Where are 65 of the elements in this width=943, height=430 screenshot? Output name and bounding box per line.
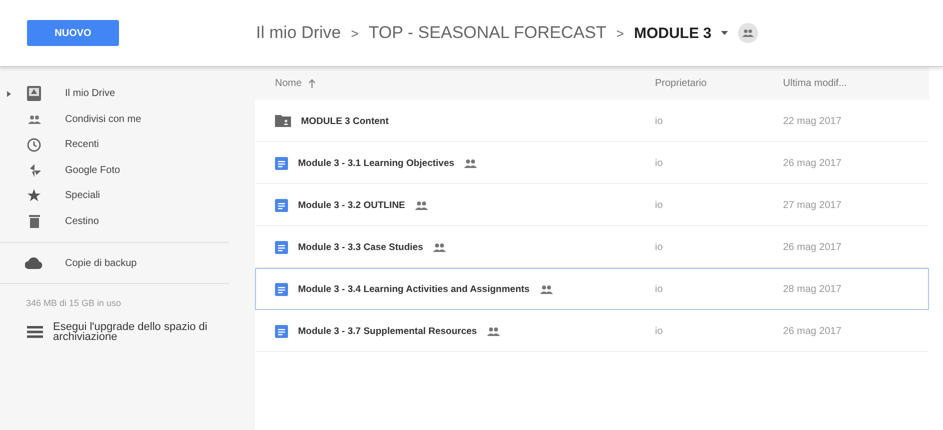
file-name: Module 3 - 3.2 OUTLINE [298,200,406,210]
file-row[interactable]: Module 3 - 3.3 Case Studies io 26 mag 2017 [255,226,929,268]
sidebar-item[interactable]: Copie di backup [0,243,229,284]
sidebar-item[interactable]: Il mio Drive [0,81,229,106]
drive-icon [27,86,41,102]
modified-date: 26 mag 2017 [783,326,842,336]
trash-icon [28,214,40,228]
file-row[interactable]: Module 3 - 3.2 OUTLINE io 27 mag 2017 [255,184,929,226]
owner-cell-text: io [655,200,664,210]
document-icon [275,282,288,296]
modified-date: 27 mag 2017 [783,200,842,210]
dropdown-caret-icon[interactable] [721,31,728,35]
owner-cell-text: io [655,284,664,294]
people-icon [28,114,40,124]
file-name: Module 3 - 3.1 Learning Objectives [298,158,454,168]
file-name: MODULE 3 Content [301,116,389,126]
shared-icon [486,326,500,336]
cloud-icon [25,257,43,269]
document-icon [275,240,288,254]
file-row[interactable]: Module 3 - 3.4 Learning Activities and Assignments io 28 mag 2017 [255,268,929,310]
document-icon [275,198,288,212]
file-row[interactable]: Module 3 - 3.7 Supplemental Resources io 26 mag 2017 [255,310,929,352]
modified-date: 26 mag 2017 [783,158,842,168]
shared-icon [415,200,428,210]
breadcrumb-item[interactable]: Il mio Drive [256,23,342,43]
owner-cell-text: io [655,242,664,252]
breadcrumb-item[interactable]: TOP - SEASONAL FORECAST [368,23,606,43]
owner-cell-text: io [655,116,664,126]
breadcrumb-separator: > [351,26,359,40]
sort-arrow-icon[interactable] [308,79,316,88]
document-icon [275,324,288,338]
shared-icon[interactable] [738,23,758,43]
file-row[interactable]: MODULE 3 Content io 22 mag 2017 [255,100,929,142]
sidebar-item[interactable]: Recenti [0,132,229,158]
pinwheel-icon [28,164,40,177]
breadcrumb-separator: > [616,26,624,40]
clock-icon [27,138,41,152]
star-icon [27,189,41,202]
shared-icon [433,242,446,252]
file-name: Module 3 - 3.3 Case Studies [298,242,424,252]
shared-folder-icon [275,115,291,127]
owner-cell-text: io [655,158,664,168]
column-header[interactable]: Nome [255,78,655,89]
expand-arrow-icon[interactable] [7,90,11,97]
column-header[interactable]: Proprietario [655,78,783,89]
document-icon [275,156,288,170]
storage-usage: 346 MB di 15 GB in uso [25,297,122,308]
column-header[interactable]: Ultima modif... [783,78,923,89]
upgrade-storage-link[interactable]: Esegui l'upgrade dello spazio di archiviazione [53,322,233,342]
modified-date: 28 mag 2017 [783,284,842,294]
shared-icon [540,284,553,294]
storage-list-icon [27,326,43,338]
modified-date: 26 mag 2017 [783,242,842,252]
shared-icon [464,158,478,168]
owner-cell-text: io [655,326,664,336]
modified-date: 22 mag 2017 [783,116,842,126]
sidebar-item[interactable]: Cestino [0,208,229,234]
sidebar-item[interactable]: Google Foto [0,158,229,183]
breadcrumb-item[interactable]: MODULE 3 [634,24,712,42]
new-button[interactable]: NUOVO [27,20,119,46]
file-name: Module 3 - 3.7 Supplemental Resources [298,326,477,336]
file-row[interactable]: Module 3 - 3.1 Learning Objectives io 26 mag 2017 [255,142,929,184]
sidebar-item[interactable]: Condivisi con me [0,106,229,132]
sidebar-item[interactable]: Speciali [0,183,229,208]
file-name: Module 3 - 3.4 Learning Activities and Assignments [298,284,530,294]
